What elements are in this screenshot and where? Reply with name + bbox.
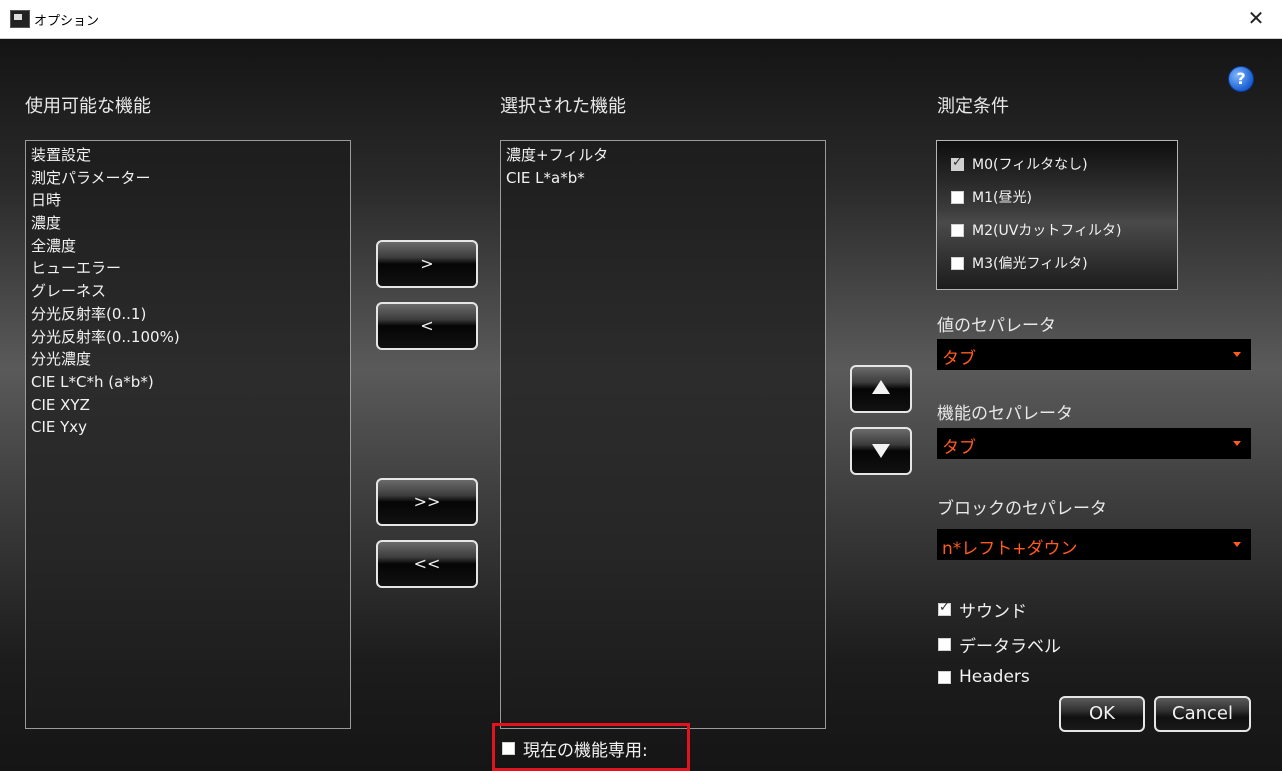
list-item[interactable]: 日時 <box>31 189 345 212</box>
current-only-label: 現在の機能専用: <box>523 741 648 761</box>
conditions-box: M0(フィルタなし) M1(昼光) M2(UVカットフィルタ) M3(偏光フィル… <box>936 140 1178 290</box>
list-item[interactable]: CIE XYZ <box>31 394 345 417</box>
checkbox[interactable] <box>938 638 951 651</box>
checkbox[interactable] <box>951 190 964 204</box>
list-item[interactable]: グレーネス <box>31 280 345 303</box>
condition-m3[interactable]: M3(偏光フィルタ) <box>951 251 1088 275</box>
block-separator-select[interactable]: n*レフト+ダウン <box>937 529 1251 560</box>
title-bar: オプション ✕ <box>0 0 1282 39</box>
list-item[interactable]: 分光濃度 <box>31 348 345 371</box>
feature-separator-select[interactable]: タブ <box>937 428 1251 459</box>
list-item[interactable]: 分光反射率(0..1) <box>31 303 345 326</box>
selected-value: n*レフト+ダウン <box>942 539 1078 559</box>
chevron-down-icon <box>1233 352 1241 357</box>
available-list[interactable]: 装置設定 測定パラメーター 日時 濃度 全濃度 ヒューエラー グレーネス 分光反… <box>25 140 351 729</box>
selected-heading: 選択された機能 <box>500 96 626 117</box>
condition-m0[interactable]: M0(フィルタなし) <box>951 152 1088 176</box>
dialog-client: ? 使用可能な機能 装置設定 測定パラメーター 日時 濃度 全濃度 ヒューエラー… <box>0 39 1282 771</box>
list-item[interactable]: CIE L*C*h (a*b*) <box>31 371 345 394</box>
chevron-down-icon <box>1233 441 1241 446</box>
data-label-label: データラベル <box>959 637 1061 657</box>
condition-m1[interactable]: M1(昼光) <box>951 185 1032 209</box>
list-item[interactable]: 濃度+フィルタ <box>506 144 820 167</box>
move-up-button[interactable] <box>850 365 912 413</box>
list-item[interactable]: ヒューエラー <box>31 257 345 280</box>
remove-all-button[interactable]: << <box>376 540 478 588</box>
selected-value: タブ <box>942 349 976 369</box>
value-separator-label: 値のセパレータ <box>937 316 1056 336</box>
list-item[interactable]: 濃度 <box>31 212 345 235</box>
checkbox[interactable] <box>951 223 964 237</box>
checkbox[interactable] <box>938 670 951 684</box>
arrow-up-icon <box>872 380 890 394</box>
checkbox[interactable] <box>951 155 964 171</box>
sound-option[interactable]: サウンド <box>938 597 1027 622</box>
headers-option[interactable]: Headers <box>938 667 1030 687</box>
data-label-option[interactable]: データラベル <box>938 632 1061 657</box>
condition-label: M1(昼光) <box>972 190 1032 206</box>
ok-button[interactable]: OK <box>1059 696 1145 732</box>
remove-button[interactable]: < <box>376 302 478 350</box>
current-only-option[interactable]: 現在の機能専用: <box>502 736 648 761</box>
checkbox[interactable] <box>502 742 515 755</box>
condition-m2[interactable]: M2(UVカットフィルタ) <box>951 218 1121 242</box>
app-icon <box>10 10 30 28</box>
block-separator-label: ブロックのセパレータ <box>937 499 1107 519</box>
move-down-button[interactable] <box>850 427 912 475</box>
checkbox[interactable] <box>951 256 964 270</box>
checkbox[interactable] <box>938 600 951 616</box>
conditions-heading: 測定条件 <box>937 96 1009 117</box>
arrow-down-icon <box>872 444 890 458</box>
chevron-down-icon <box>1233 542 1241 547</box>
list-item[interactable]: 分光反射率(0..100%) <box>31 326 345 349</box>
help-icon[interactable]: ? <box>1228 66 1254 92</box>
value-separator-select[interactable]: タブ <box>937 339 1251 370</box>
list-item[interactable]: CIE L*a*b* <box>506 167 820 190</box>
headers-label: Headers <box>959 667 1030 687</box>
close-button[interactable]: ✕ <box>1244 6 1268 30</box>
sound-label: サウンド <box>959 602 1027 622</box>
list-item[interactable]: 全濃度 <box>31 235 345 258</box>
selected-list[interactable]: 濃度+フィルタ CIE L*a*b* <box>500 140 826 729</box>
selected-value: タブ <box>942 438 976 458</box>
add-button[interactable]: > <box>376 240 478 288</box>
list-item[interactable]: CIE Yxy <box>31 416 345 439</box>
add-all-button[interactable]: >> <box>376 478 478 526</box>
feature-separator-label: 機能のセパレータ <box>937 404 1073 424</box>
cancel-button[interactable]: Cancel <box>1154 696 1251 732</box>
list-item[interactable]: 装置設定 <box>31 144 345 167</box>
condition-label: M0(フィルタなし) <box>972 157 1088 173</box>
condition-label: M3(偏光フィルタ) <box>972 256 1088 272</box>
list-item[interactable]: 測定パラメーター <box>31 167 345 190</box>
window-title: オプション <box>34 14 100 29</box>
condition-label: M2(UVカットフィルタ) <box>972 223 1122 239</box>
available-heading: 使用可能な機能 <box>25 96 151 117</box>
